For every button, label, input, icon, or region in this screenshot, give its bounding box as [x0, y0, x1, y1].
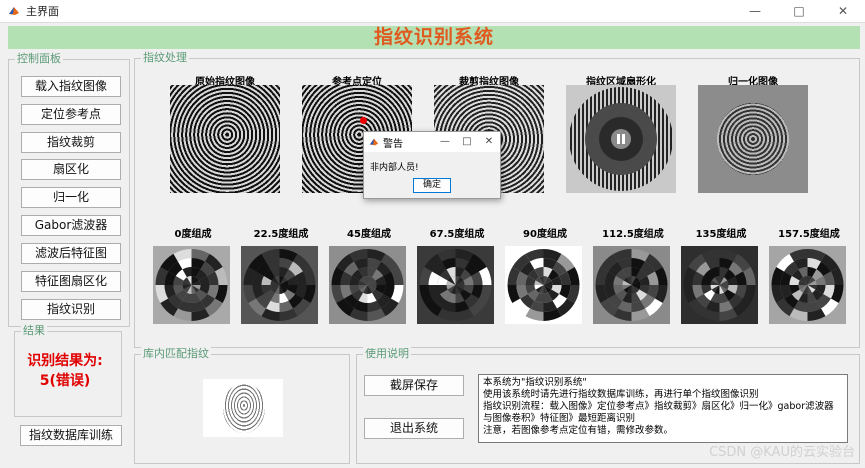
processing-panel-title: 指纹处理 — [141, 51, 189, 65]
original-fingerprint-image — [170, 85, 280, 193]
watermark: CSDN @KAU的云实验台 — [709, 445, 855, 460]
feature-sector-button[interactable]: 特征图扇区化 — [21, 271, 121, 292]
usage-text-box[interactable]: 本系统为"指纹识别系统" 使用该系统时请先进行指纹数据库训练，再进行单个指纹图像… — [478, 374, 848, 443]
usage-line: 与图像卷积》特征图》最短距离识别 — [483, 413, 636, 424]
normalize-button[interactable]: 归一化 — [21, 187, 121, 208]
filtered-feature-button[interactable]: 滤波后特征图 — [21, 243, 121, 264]
dialog-message: 非内部人员! — [370, 163, 419, 173]
result-value: 5(错误) — [39, 373, 91, 389]
sector-image-22-5 — [241, 246, 318, 324]
window-title: 主界面 — [26, 5, 59, 18]
window-titlebar: 主界面 — □ ✕ — [0, 0, 865, 22]
result-label: 识别结果为: — [27, 353, 103, 369]
sector-image-67-5 — [417, 246, 494, 324]
load-image-button[interactable]: 载入指纹图像 — [21, 76, 121, 97]
app-banner: 指纹识别系统 — [8, 26, 860, 49]
screenshot-save-button[interactable]: 截屏保存 — [364, 375, 464, 396]
recognize-button[interactable]: 指纹识别 — [21, 299, 121, 320]
sector-image-90 — [505, 246, 582, 324]
close-icon[interactable]: ✕ — [821, 0, 865, 22]
minimize-icon[interactable]: — — [733, 0, 777, 22]
sectorized-fingerprint-image — [566, 85, 676, 193]
usage-line: 使用该系统时请先进行指纹数据库训练，再进行单个指纹图像识别 — [483, 389, 759, 400]
reference-point-marker — [360, 117, 367, 124]
normalized-fingerprint-image — [698, 85, 808, 193]
sector-image-157-5 — [769, 246, 846, 324]
dialog-close-icon[interactable]: ✕ — [478, 132, 500, 152]
dialog-titlebar: 警告 — □ ✕ — [364, 132, 500, 152]
result-panel: 结果 识别结果为: 5(错误) — [14, 324, 122, 417]
sector-image-45 — [329, 246, 406, 324]
matlab-icon — [369, 138, 379, 146]
dialog-ok-button[interactable]: 确定 — [413, 178, 451, 193]
sector-image-0 — [153, 246, 230, 324]
gabor-filter-button[interactable]: Gabor滤波器 — [21, 215, 121, 236]
maximize-icon[interactable]: □ — [777, 0, 821, 22]
warning-dialog: 警告 — □ ✕ 非内部人员! 确定 — [363, 131, 501, 199]
component-label-157-5: 157.5度组成 — [778, 229, 840, 240]
usage-line: 本系统为"指纹识别系统" — [483, 377, 587, 388]
sector-image-135 — [681, 246, 758, 324]
control-panel-title: 控制面板 — [15, 52, 63, 66]
exit-system-button[interactable]: 退出系统 — [364, 418, 464, 439]
sectorize-button[interactable]: 扇区化 — [21, 159, 121, 180]
dialog-title: 警告 — [383, 138, 403, 150]
result-panel-title: 结果 — [21, 324, 47, 338]
sector-image-112-5 — [593, 246, 670, 324]
matlab-icon — [9, 7, 19, 15]
library-match-panel: 库内匹配指纹 — [134, 347, 350, 464]
matched-fingerprint-image — [203, 379, 283, 437]
usage-line: 注意，若图像参考点定位有错，需修改参数。 — [483, 425, 674, 436]
usage-panel-title: 使用说明 — [363, 347, 411, 361]
control-panel: 控制面板 载入指纹图像 定位参考点 指纹裁剪 扇区化 归一化 Gabor滤波器 … — [8, 52, 130, 327]
usage-line: 指纹识别流程：载入图像》定位参考点》指纹裁剪》扇区化》归一化》gabor滤波器 — [483, 401, 834, 412]
processing-panel: 指纹处理 原始指纹图像 参考点定位 裁剪指纹图像 指纹区域扇形化 归一化图像 0… — [134, 51, 860, 348]
crop-button[interactable]: 指纹裁剪 — [21, 132, 121, 153]
train-database-button[interactable]: 指纹数据库训练 — [20, 425, 122, 446]
library-match-title: 库内匹配指纹 — [141, 347, 211, 361]
figure-area: 指纹识别系统 控制面板 载入指纹图像 定位参考点 指纹裁剪 扇区化 归一化 Ga… — [0, 22, 865, 468]
locate-reference-button[interactable]: 定位参考点 — [21, 104, 121, 125]
dialog-maximize-icon[interactable]: □ — [456, 132, 478, 152]
dialog-minimize-icon[interactable]: — — [434, 132, 456, 152]
